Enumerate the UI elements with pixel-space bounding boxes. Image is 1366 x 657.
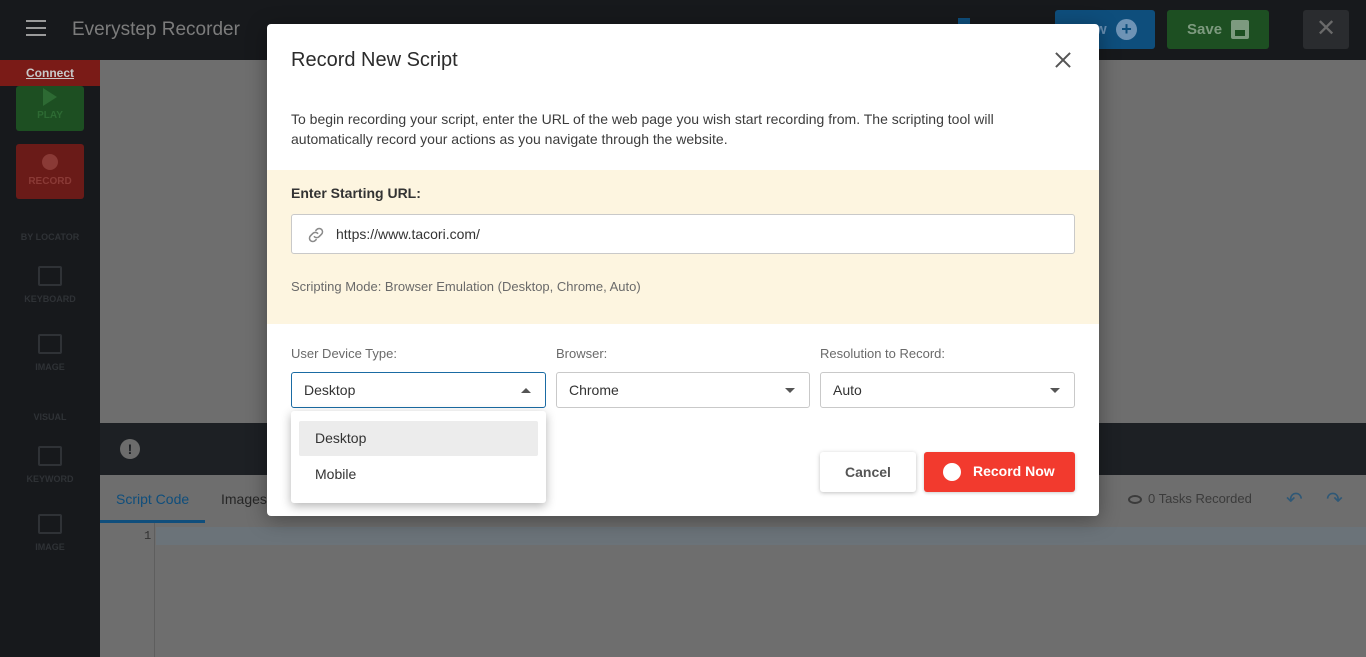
keyboard-label: KEYBOARD — [24, 294, 76, 304]
browser-label: Browser: — [556, 346, 608, 361]
connect-link[interactable]: Connect — [0, 60, 100, 86]
dropdown-option-mobile[interactable]: Mobile — [299, 457, 538, 492]
image-label: IMAGE — [35, 362, 65, 372]
save-button[interactable]: Save — [1167, 10, 1269, 49]
image-visual-icon[interactable] — [38, 514, 62, 534]
record-button[interactable]: RECORD — [16, 144, 84, 199]
line-number: 1 — [144, 529, 152, 543]
resolution-label: Resolution to Record: — [820, 346, 946, 361]
dropdown-option-desktop[interactable]: Desktop — [299, 421, 538, 456]
caret-down-icon — [785, 388, 795, 393]
link-icon — [308, 227, 324, 243]
menu-icon[interactable] — [26, 20, 46, 36]
tasks-recorded-label: 0 Tasks Recorded — [1148, 491, 1252, 506]
tasks-recorded: 0 Tasks Recorded — [1128, 491, 1252, 506]
active-line — [156, 527, 1366, 545]
floppy-disk-icon — [1231, 20, 1249, 39]
alert-icon[interactable]: ! — [120, 439, 140, 459]
browser-value: Chrome — [569, 382, 619, 398]
url-label: Enter Starting URL: — [291, 185, 421, 201]
record-label: RECORD — [28, 176, 72, 187]
play-button[interactable]: PLAY — [16, 86, 84, 131]
scripting-mode-text: Scripting Mode: Browser Emulation (Deskt… — [291, 279, 641, 294]
record-now-button[interactable]: Record Now — [924, 452, 1075, 492]
device-type-dropdown: Desktop Mobile — [291, 411, 546, 503]
close-app-button[interactable]: ✕ — [1303, 10, 1349, 49]
tab-script-code[interactable]: Script Code — [116, 491, 189, 507]
dialog-intro-text: To begin recording your script, enter th… — [291, 111, 994, 147]
keyword-icon[interactable] — [38, 446, 62, 466]
section-by-locator: BY LOCATOR — [20, 232, 80, 242]
url-field[interactable] — [291, 214, 1075, 254]
image-icon[interactable] — [38, 334, 62, 354]
caret-up-icon — [521, 388, 531, 393]
close-icon[interactable] — [1051, 48, 1075, 72]
resolution-value: Auto — [833, 382, 862, 398]
sidebar: Connect PLAY RECORD BY LOCATOR KEYBOARD … — [0, 60, 100, 657]
record-now-label: Record Now — [973, 463, 1055, 479]
keyword-label: KEYWORD — [26, 474, 74, 484]
play-icon — [43, 88, 57, 106]
plus-icon: + — [1116, 19, 1137, 40]
caret-down-icon — [1050, 388, 1060, 393]
save-button-label: Save — [1187, 21, 1223, 38]
record-dot-icon — [943, 463, 961, 481]
script-editor[interactable]: 1 — [100, 523, 1366, 657]
section-visual: VISUAL — [33, 412, 67, 422]
url-input[interactable] — [336, 224, 1056, 244]
keyboard-icon[interactable] — [38, 266, 62, 286]
line-gutter — [100, 523, 155, 657]
resolution-select[interactable]: Auto — [820, 372, 1075, 408]
url-panel: Enter Starting URL: Scripting Mode: Brow… — [267, 170, 1099, 324]
cancel-button[interactable]: Cancel — [820, 452, 916, 492]
tab-images[interactable]: Images — [221, 491, 267, 507]
device-type-label: User Device Type: — [291, 346, 397, 361]
image-visual-label: IMAGE — [35, 542, 65, 552]
device-type-select[interactable]: Desktop — [291, 372, 546, 408]
app-title: Everystep Recorder — [72, 19, 240, 40]
device-type-value: Desktop — [304, 382, 356, 398]
undo-icon[interactable]: ↶ — [1286, 487, 1303, 512]
record-icon — [42, 154, 58, 170]
browser-select[interactable]: Chrome — [556, 372, 810, 408]
redo-icon[interactable]: ↷ — [1326, 487, 1343, 512]
eye-icon — [1128, 495, 1142, 505]
dialog-title: Record New Script — [291, 49, 458, 71]
play-label: PLAY — [37, 110, 63, 121]
